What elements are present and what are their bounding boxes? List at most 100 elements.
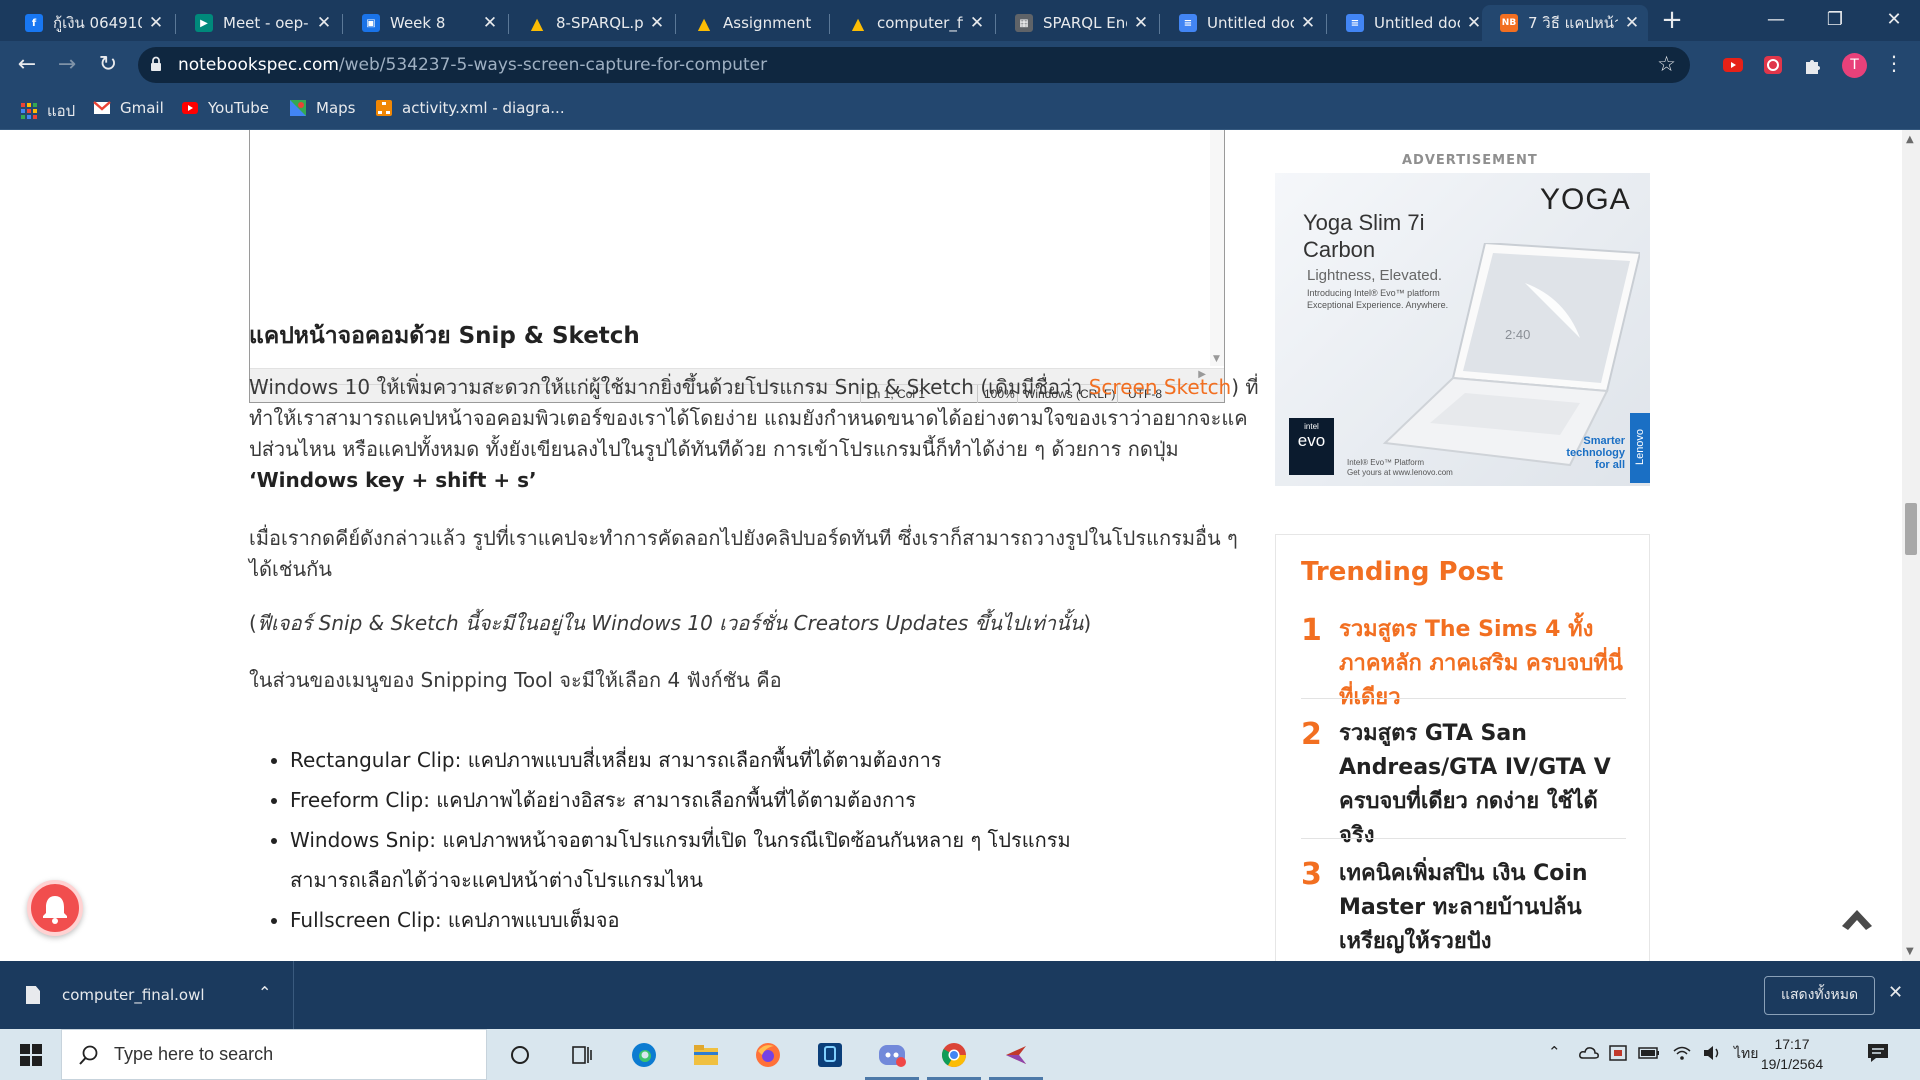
action-center-icon[interactable] [1866, 1042, 1890, 1064]
trending-item-3[interactable]: 3 เทคนิคเพิ่มสปิน เงิน Coin Master ทะลาย… [1301, 857, 1626, 961]
youtube-extension-icon[interactable] [1722, 54, 1744, 76]
notebookspec-icon: NB [1500, 14, 1518, 32]
system-clock[interactable]: 17:17 19/1/2564 [1752, 1034, 1832, 1074]
tab-untitled-doc-2[interactable]: ≡ Untitled doc ✕ [1328, 5, 1490, 41]
minimize-button[interactable]: — [1746, 0, 1806, 41]
taskbar-protege[interactable] [985, 1029, 1047, 1080]
protege-icon [1006, 1045, 1026, 1064]
close-icon[interactable]: ✕ [1133, 13, 1149, 33]
drive-icon: ▲ [530, 13, 544, 33]
chevron-up-icon[interactable]: ⌃ [258, 983, 271, 1002]
taskbar-snip-sketch[interactable] [861, 1029, 923, 1080]
bookmark-apps[interactable]: แอป [20, 99, 75, 123]
app-tray-icon[interactable] [1608, 1044, 1628, 1062]
trending-number: 1 [1301, 613, 1322, 648]
app-icon [818, 1042, 842, 1067]
screen-sketch-link[interactable]: Screen Sketch [1089, 375, 1232, 399]
trending-link[interactable]: รวมสูตร GTA San Andreas/GTA IV/GTA V ครบ… [1339, 717, 1629, 853]
tab-title: 8-SPARQL.pc [556, 14, 643, 32]
trending-link[interactable]: เทคนิคเพิ่มสปิน เงิน Coin Master ทะลายบ้… [1339, 857, 1629, 959]
url-text[interactable]: notebookspec.com/web/534237-5-ways-scree… [178, 55, 767, 75]
close-icon[interactable]: ✕ [482, 13, 498, 33]
bookmark-maps[interactable]: Maps [289, 99, 355, 117]
page-scrollbar[interactable]: ▲ ▼ [1902, 130, 1920, 961]
tab-notebookspec[interactable]: NB 7 วิธี แคปหน้า ✕ [1482, 5, 1648, 41]
close-icon[interactable]: ✕ [316, 13, 332, 33]
ad-brand: YOGA [1540, 183, 1631, 216]
close-icon[interactable]: ✕ [1466, 13, 1482, 33]
show-all-downloads-button[interactable]: แสดงทั้งหมด [1764, 976, 1875, 1015]
volume-icon[interactable] [1702, 1044, 1722, 1062]
new-tab-button[interactable]: + [1657, 6, 1687, 36]
paragraph-line: เมื่อเรากดคีย์ดังกล่าวแล้ว รูปที่เราแคปจ… [249, 526, 1238, 550]
docs-icon: ≡ [1179, 14, 1197, 32]
trending-item-1[interactable]: 1 รวมสูตร The Sims 4 ทั้งภาคหลัก ภาคเสริ… [1301, 613, 1626, 710]
browser-menu-icon[interactable]: ⋮ [1884, 51, 1904, 75]
close-icon[interactable]: ✕ [1300, 13, 1316, 33]
scroll-up-arrow-icon[interactable]: ▲ [1906, 134, 1914, 145]
tab-loan[interactable]: f กู้เงิน 064910( ✕ [7, 5, 172, 41]
tab-sparql-pdf[interactable]: ▲ 8-SPARQL.pc ✕ [510, 5, 673, 41]
download-filename: computer_final.owl [62, 986, 205, 1004]
scroll-down-arrow-icon: ▼ [1213, 354, 1220, 364]
close-icon[interactable]: ✕ [1624, 13, 1640, 33]
lock-icon[interactable] [150, 56, 162, 72]
tab-untitled-doc-1[interactable]: ≡ Untitled doc ✕ [1161, 5, 1324, 41]
cortana-button[interactable] [489, 1029, 551, 1080]
keyboard-shortcut: ‘Windows key + shift + s’ [249, 468, 537, 492]
restore-button[interactable]: ❐ [1805, 0, 1865, 41]
task-view-icon [572, 1045, 592, 1064]
push-notification-button[interactable] [27, 880, 83, 936]
close-icon[interactable]: ✕ [1888, 982, 1903, 1003]
extensions-puzzle-icon[interactable] [1802, 54, 1824, 76]
bookmark-youtube[interactable]: YouTube [181, 99, 269, 117]
tab-divider [995, 14, 996, 34]
tab-title: Untitled doc [1207, 14, 1294, 32]
badge-top: intel [1304, 422, 1319, 431]
back-button[interactable]: ← [11, 49, 43, 81]
scrollbar-thumb[interactable] [1905, 503, 1917, 555]
tab-divider [1159, 14, 1160, 34]
close-icon[interactable]: ✕ [649, 13, 665, 33]
tab-computer-final[interactable]: ▲ computer_fi ✕ [831, 5, 993, 41]
taskbar-edge[interactable] [613, 1029, 675, 1080]
trending-divider [1301, 838, 1626, 839]
record-extension-icon[interactable] [1762, 54, 1784, 76]
profile-avatar[interactable]: T [1842, 53, 1867, 78]
windows-start-icon[interactable] [12, 1041, 52, 1069]
tab-meet[interactable]: ▶ Meet - oep- ✕ [177, 5, 340, 41]
tab-title: Untitled doc [1374, 14, 1460, 32]
download-item[interactable]: computer_final.owl ⌃ [0, 961, 294, 1029]
bookmark-drawio[interactable]: activity.xml - diagra... [375, 99, 565, 117]
taskbar-search-box[interactable]: Type here to search [61, 1029, 487, 1080]
show-hidden-icons-icon[interactable]: ⌃ [1548, 1043, 1561, 1061]
bookmark-gmail[interactable]: Gmail [93, 99, 164, 117]
close-window-button[interactable]: ✕ [1864, 0, 1920, 41]
taskbar-firefox[interactable] [737, 1029, 799, 1080]
task-view-button[interactable] [551, 1029, 613, 1080]
bookmark-label: Maps [316, 99, 356, 117]
reload-button[interactable]: ↻ [92, 49, 124, 81]
address-bar[interactable]: notebookspec.com/web/534237-5-ways-scree… [138, 47, 1690, 83]
battery-icon[interactable] [1638, 1046, 1660, 1060]
taskbar-app-blue[interactable] [799, 1029, 861, 1080]
back-to-top-icon[interactable] [1840, 908, 1874, 934]
forward-button[interactable]: → [51, 49, 83, 81]
file-icon [26, 986, 40, 1004]
taskbar-file-explorer[interactable] [675, 1029, 737, 1080]
close-icon[interactable]: ✕ [148, 13, 164, 33]
scroll-down-arrow-icon[interactable]: ▼ [1906, 946, 1914, 957]
wifi-icon[interactable] [1672, 1044, 1692, 1062]
tab-week8[interactable]: ▣ Week 8 ✕ [344, 5, 506, 41]
facebook-icon: f [25, 14, 43, 32]
tab-assignment[interactable]: ▲ Assignment [677, 5, 827, 41]
drive-icon: ▲ [851, 13, 865, 33]
close-icon[interactable]: ✕ [969, 13, 985, 33]
tab-sparql-endpoint[interactable]: ▦ SPARQL End ✕ [997, 5, 1157, 41]
lenovo-yoga-ad[interactable]: YOGA Yoga Slim 7i Carbon Lightness, Elev… [1275, 173, 1650, 486]
trending-item-2[interactable]: 2 รวมสูตร GTA San Andreas/GTA IV/GTA V ค… [1301, 717, 1626, 848]
trending-link[interactable]: รวมสูตร The Sims 4 ทั้งภาคหลัก ภาคเสริม … [1339, 613, 1629, 715]
onedrive-icon[interactable] [1578, 1044, 1600, 1062]
taskbar-chrome[interactable] [923, 1029, 985, 1080]
bookmark-star-icon[interactable]: ☆ [1657, 52, 1676, 76]
